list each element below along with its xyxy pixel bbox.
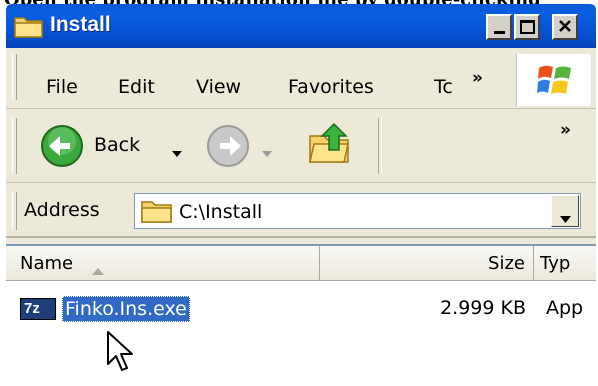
back-dropdown-arrow-icon[interactable] <box>172 142 182 161</box>
address-folder-icon <box>141 198 173 228</box>
dropdown-arrow-icon <box>560 208 571 227</box>
7z-file-icon: 7z <box>20 298 56 320</box>
maximize-button[interactable] <box>514 14 540 40</box>
address-bar: Address C:\Install <box>6 186 596 238</box>
list-item[interactable]: 7z Finko.Ins.exe 2.999 KB App <box>6 292 596 326</box>
forward-button[interactable] <box>204 122 292 170</box>
menu-grip[interactable] <box>12 54 17 100</box>
toolbar-grip[interactable] <box>12 118 17 174</box>
address-dropdown-button[interactable] <box>551 195 579 227</box>
menu-view[interactable]: View <box>196 76 241 98</box>
maximize-icon <box>519 20 535 34</box>
column-size-label: Size <box>488 253 525 274</box>
close-button[interactable] <box>552 14 578 40</box>
file-name[interactable]: Finko.Ins.exe <box>62 296 190 322</box>
explorer-window: Install File Edit View Favorites Tc » Ba… <box>6 4 596 386</box>
forward-dropdown-arrow-icon[interactable] <box>262 142 272 161</box>
column-header-name[interactable]: Name <box>6 246 320 280</box>
mouse-pointer-icon <box>106 330 136 378</box>
menu-overflow-chevron[interactable]: » <box>472 68 483 88</box>
folder-icon <box>14 13 44 43</box>
toolbar-separator <box>378 118 382 174</box>
column-headers: Name Size Typ <box>6 246 596 281</box>
window-title: Install <box>50 13 111 36</box>
menu-tools[interactable]: Tc <box>434 76 453 98</box>
file-list[interactable]: Name Size Typ 7z Finko.Ins.exe 2.999 KB … <box>6 244 596 386</box>
standard-toolbar: Back » <box>6 110 596 183</box>
forward-arrow-icon <box>206 124 250 172</box>
sort-ascending-icon <box>92 259 104 280</box>
column-header-size[interactable]: Size <box>320 246 534 280</box>
back-button[interactable]: Back <box>36 122 194 170</box>
file-icon-label: 7z <box>24 300 40 317</box>
menu-edit[interactable]: Edit <box>118 76 155 98</box>
column-header-type[interactable]: Typ <box>534 246 596 280</box>
up-folder-button[interactable] <box>306 120 356 170</box>
address-grip[interactable] <box>12 192 17 230</box>
title-bar[interactable]: Install <box>6 4 596 48</box>
column-type-label: Typ <box>540 253 571 274</box>
address-input[interactable]: C:\Install <box>134 193 581 229</box>
back-label: Back <box>94 134 141 156</box>
file-size: 2.999 KB <box>440 297 526 319</box>
close-icon <box>558 18 572 37</box>
minimize-button[interactable] <box>486 14 512 40</box>
minimize-icon <box>493 30 505 34</box>
menu-bar: File Edit View Favorites Tc » <box>6 48 596 109</box>
menu-file[interactable]: File <box>46 76 78 98</box>
windows-logo-box <box>516 54 591 106</box>
column-name-label: Name <box>20 253 74 274</box>
address-label: Address <box>24 199 100 221</box>
file-type: App <box>546 297 584 319</box>
address-value: C:\Install <box>179 201 263 223</box>
back-arrow-icon <box>40 124 84 172</box>
toolbar-overflow-chevron[interactable]: » <box>560 120 571 140</box>
up-folder-icon <box>306 122 354 172</box>
menu-favorites[interactable]: Favorites <box>288 76 374 98</box>
windows-logo-icon <box>537 62 573 102</box>
